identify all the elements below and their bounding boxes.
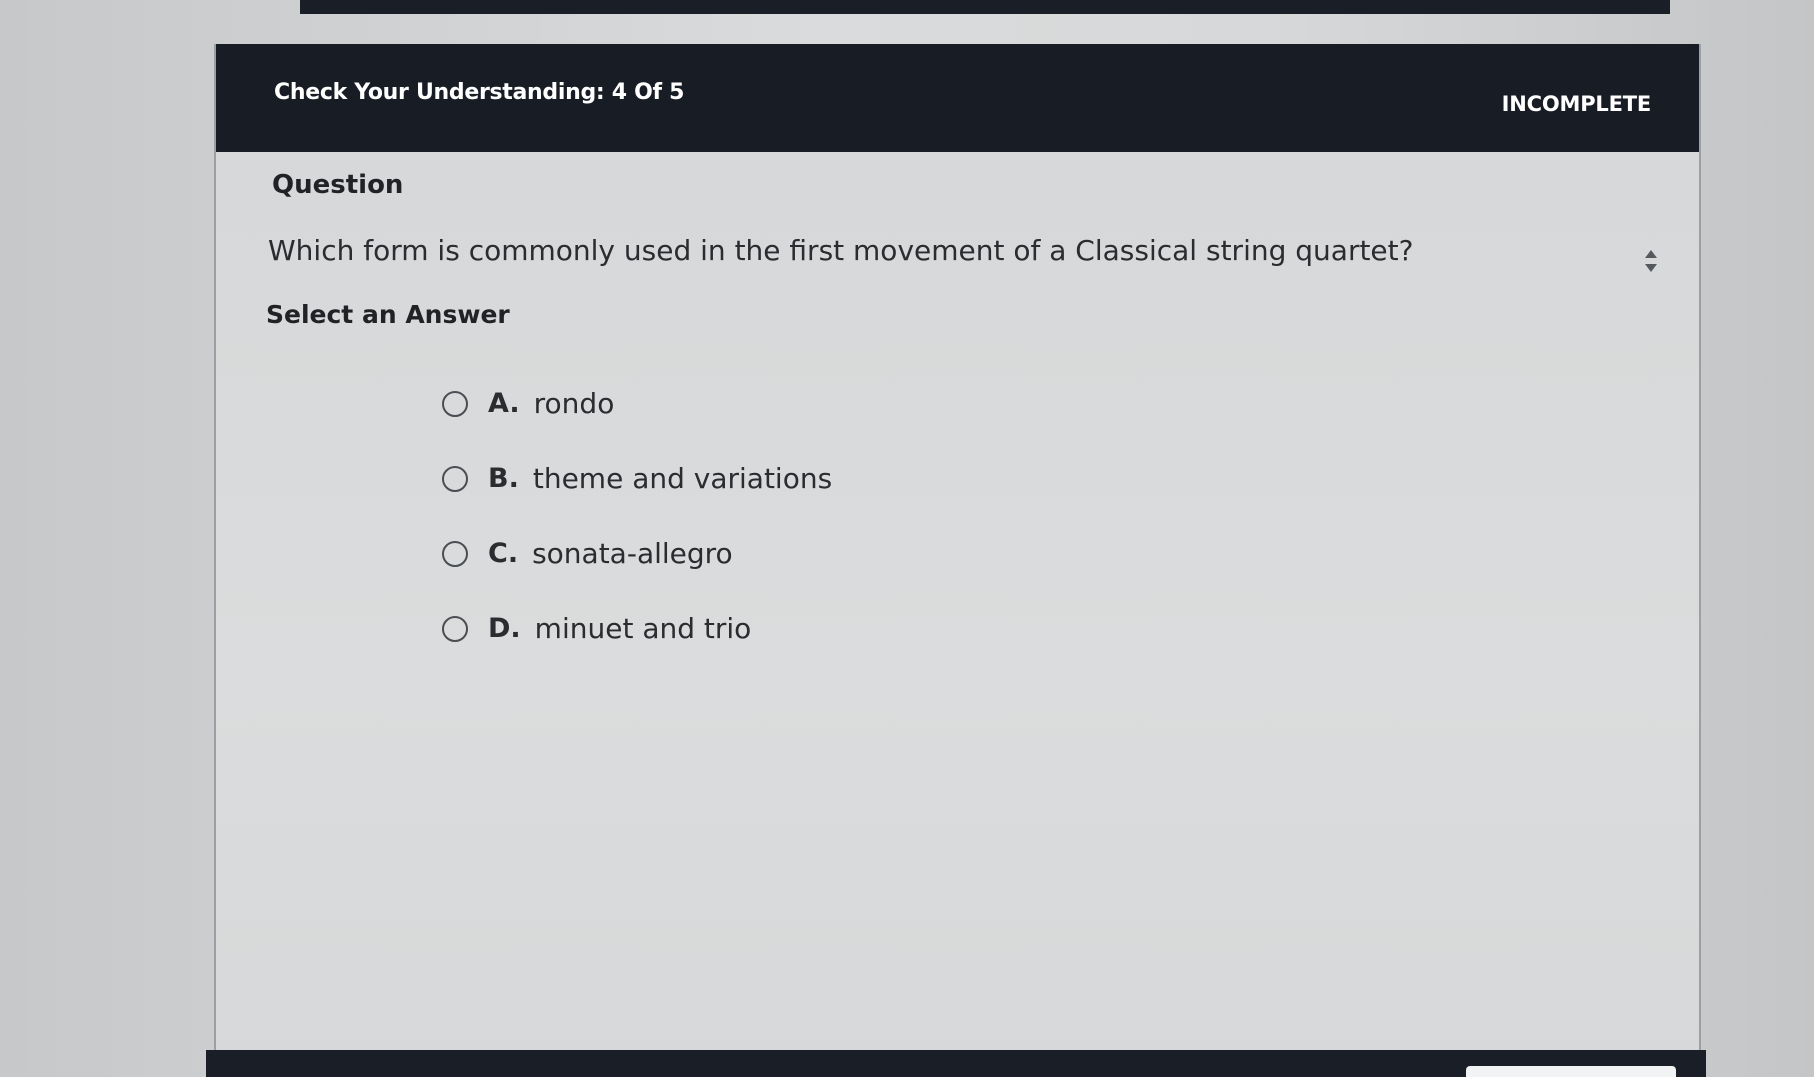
card-header: Check Your Understanding: 4 Of 5 INCOMPL…: [216, 44, 1699, 152]
radio-unselected-icon[interactable]: [442, 465, 468, 492]
question-card: Check Your Understanding: 4 Of 5 INCOMPL…: [214, 44, 1701, 1077]
top-bar: [300, 0, 1670, 14]
status-badge: INCOMPLETE: [1501, 92, 1652, 116]
resize-handle-icon[interactable]: [1641, 244, 1661, 278]
question-heading: Question: [272, 170, 404, 200]
answer-option-b[interactable]: B. theme and variations: [442, 441, 832, 516]
answer-letter: D.: [488, 613, 521, 644]
select-answer-heading: Select an Answer: [266, 300, 510, 329]
answer-text: sonata-allegro: [532, 537, 733, 570]
answer-letter: C.: [488, 538, 519, 569]
answer-list: A. rondo B. theme and variations C. sona…: [442, 366, 832, 666]
submit-button[interactable]: [1466, 1066, 1676, 1077]
answer-text: rondo: [533, 387, 615, 420]
answer-option-a[interactable]: A. rondo: [442, 366, 832, 441]
answer-letter: B.: [488, 463, 519, 494]
answer-text: theme and variations: [532, 462, 833, 495]
radio-unselected-icon[interactable]: [442, 540, 468, 567]
bottom-toolbar: [206, 1050, 1706, 1077]
radio-unselected-icon[interactable]: [442, 615, 468, 642]
answer-option-d[interactable]: D. minuet and trio: [442, 591, 832, 666]
answer-letter: A.: [488, 388, 520, 419]
question-text: Which form is commonly used in the first…: [268, 234, 1414, 267]
answer-option-c[interactable]: C. sonata-allegro: [442, 516, 832, 591]
answer-text: minuet and trio: [534, 612, 752, 645]
screen: Check Your Understanding: 4 Of 5 INCOMPL…: [0, 0, 1814, 1077]
card-title: Check Your Understanding: 4 Of 5: [274, 80, 685, 105]
radio-unselected-icon[interactable]: [442, 390, 468, 417]
